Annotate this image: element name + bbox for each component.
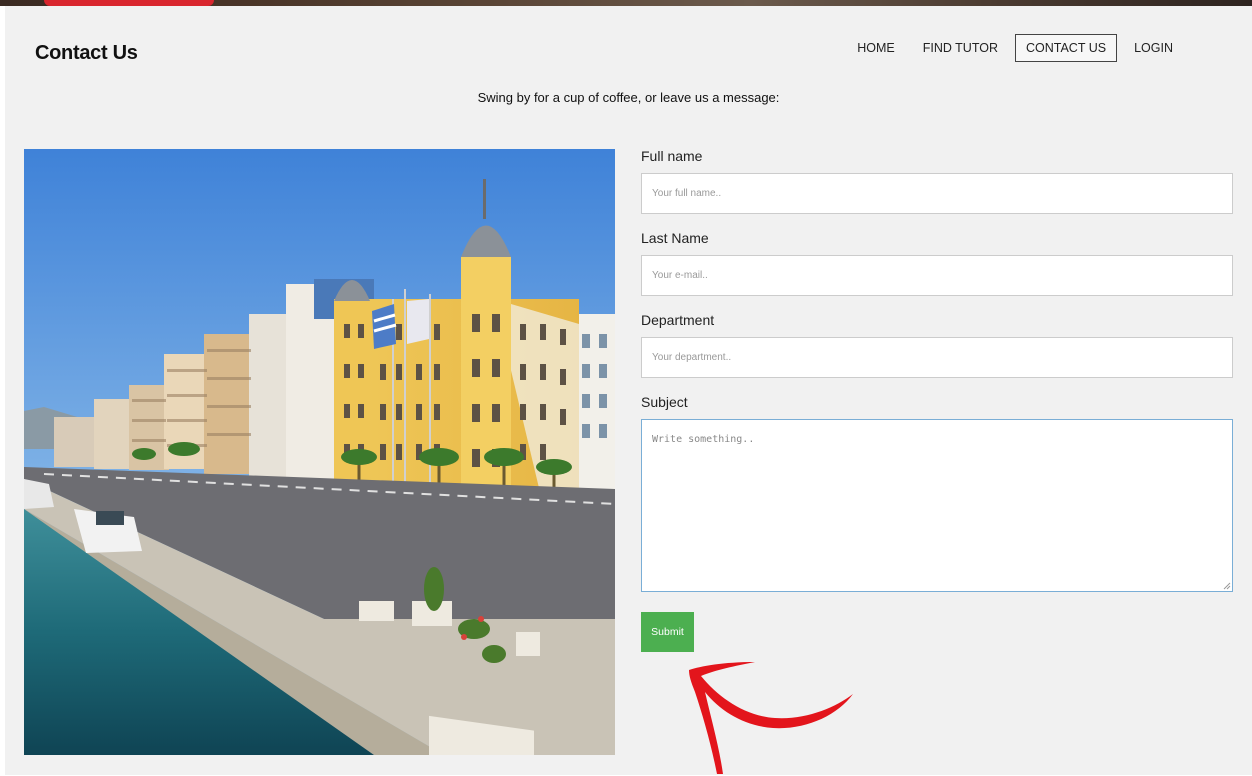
last-name-label: Last Name <box>641 230 709 246</box>
page-tagline: Swing by for a cup of coffee, or leave u… <box>477 90 780 105</box>
subject-textarea[interactable]: Write something.. <box>641 419 1233 592</box>
submit-button[interactable]: Submit <box>641 612 694 652</box>
nav-item-login[interactable]: LOGIN <box>1123 34 1184 62</box>
nav-item-find-tutor[interactable]: FIND TUTOR <box>912 34 1009 62</box>
last-name-input[interactable]: Your e-mail.. <box>641 255 1233 296</box>
department-input[interactable]: Your department.. <box>641 337 1233 378</box>
waterfront-photo <box>24 149 615 755</box>
resize-grip-icon[interactable] <box>1223 582 1231 590</box>
department-label: Department <box>641 312 715 328</box>
full-name-input[interactable]: Your full name.. <box>641 173 1233 214</box>
contact-page: Contact Us HOME FIND TUTOR CONTACT US LO… <box>5 6 1252 775</box>
subject-label: Subject <box>641 394 688 410</box>
nav-item-home[interactable]: HOME <box>846 34 906 62</box>
main-nav: HOME FIND TUTOR CONTACT US LOGIN <box>846 34 1184 62</box>
full-name-label: Full name <box>641 148 703 164</box>
contact-form: Full name Your full name.. Last Name You… <box>641 146 1233 652</box>
page-title: Contact Us <box>35 42 138 64</box>
red-arrow-icon <box>689 662 853 774</box>
nav-item-contact-us[interactable]: CONTACT US <box>1014 34 1118 62</box>
subject-placeholder: Write something.. <box>652 434 755 445</box>
